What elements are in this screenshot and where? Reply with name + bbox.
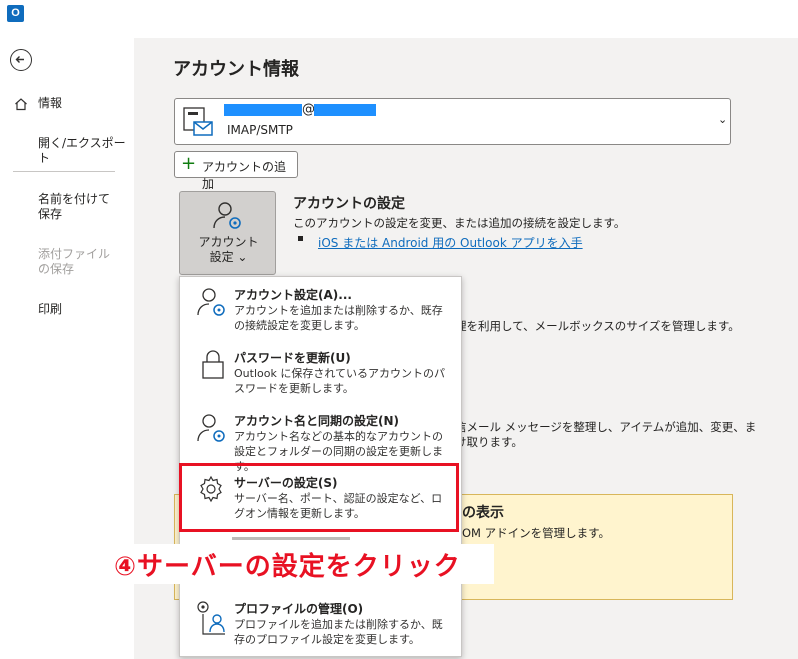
redacted-email-domain [314,104,376,116]
add-account-button[interactable]: + アカウントの追加 [174,151,298,191]
menu-item-title: アカウント設定(A)... [234,288,352,302]
menu-item-description: アカウントを追加または削除するか、既存の接続設定を変更します。 [234,304,443,332]
nav-item-save-as[interactable]: 名前を付けて保存 [38,192,120,222]
menu-item-account-name-sync[interactable]: アカウント名と同期の設定(N) アカウント名などの基本的なアカウントの設定とフォ… [180,406,460,473]
lock-icon [202,350,224,379]
addins-title-fragment: の表示 [462,505,504,521]
profile-gear-icon [197,601,225,635]
menu-item-update-password[interactable]: パスワードを更新(U) Outlook に保存されているアカウントのパスワードを… [180,343,460,401]
outlook-app-icon: O [7,5,24,22]
menu-item-manage-profiles[interactable]: プロファイルの管理(O) プロファイルを追加または削除するか、既存のプロファイル… [180,594,460,652]
menu-item-title: パスワードを更新(U) [234,351,351,365]
bullet [298,236,303,241]
plus-icon: + [181,153,197,174]
nav-item-info[interactable]: 情報 [38,96,62,111]
menu-item-title: プロファイルの管理(O) [234,602,364,616]
menu-item-description: Outlook に保存されているアカウントのパスワードを更新します。 [234,367,445,395]
settings-section-description: このアカウントの設定を変更、または追加の接続を設定します。 [293,216,626,230]
chevron-down-icon[interactable]: ⌄ [718,113,727,126]
account-settings-button[interactable]: アカウント 設定 ⌄ [179,191,276,275]
mailbox-icon [183,107,213,136]
back-arrow-icon[interactable] [10,49,32,71]
nav-item-print[interactable]: 印刷 [38,302,62,317]
account-gear-icon [197,414,225,442]
settings-section-title: アカウントの設定 [293,196,405,212]
account-settings-label: アカウント 設定 ⌄ [198,235,259,264]
menu-item-account-settings[interactable]: アカウント設定(A)... アカウントを追加または削除するか、既存の接続設定を変… [180,280,460,338]
highlight-box [179,463,459,532]
nav-item-save-attachments: 添付ファイルの保存 [38,247,111,276]
add-account-label: アカウントの追加 [202,160,287,191]
home-icon [14,96,28,111]
nav-item-open-export[interactable]: 開く/エクスポート [38,136,134,166]
rules-description-fragment: 信メール メッセージを整理し、アイテムが追加、変更、ま [455,420,757,434]
mailbox-description-fragment: 理を利用して、メールボックスのサイズを管理します。 [455,319,740,333]
page-title: アカウント情報 [173,59,299,80]
nav-divider [13,171,115,172]
rules-description-fragment-2: け取ります。 [455,435,523,449]
menu-item-description: プロファイルを追加または削除するか、既存のプロファイル設定を変更します。 [234,618,443,646]
account-gear-icon [197,288,225,316]
instruction-annotation: ④サーバーの設定をクリック [114,552,461,582]
addins-description-fragment: OM アドインを管理します。 [462,526,610,540]
menu-item-title: アカウント名と同期の設定(N) [234,414,400,428]
get-outlook-mobile-link[interactable]: iOS または Android 用の Outlook アプリを入手 [318,234,583,251]
account-type: IMAP/SMTP [227,123,293,137]
account-gear-icon [213,202,241,229]
partially-hidden-menu-item [232,533,350,543]
redacted-email-user [224,104,302,116]
